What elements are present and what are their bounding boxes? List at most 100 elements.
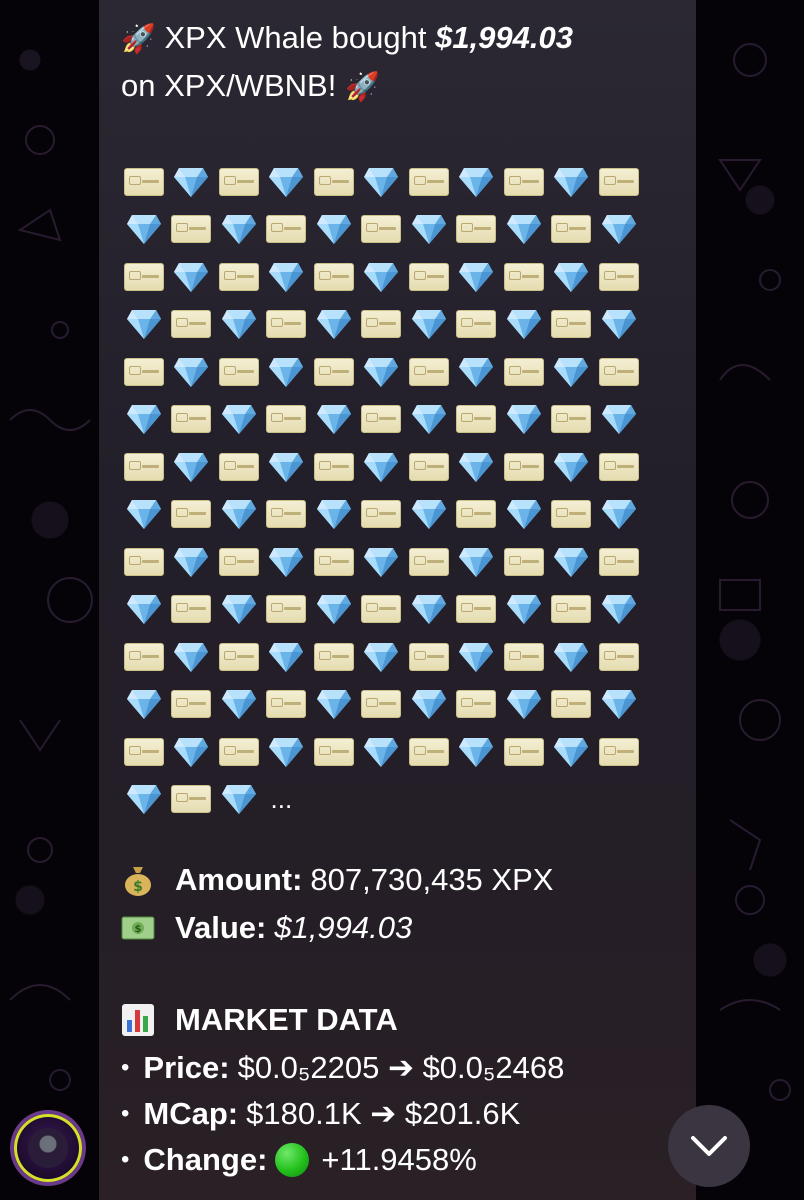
credit-card-icon — [263, 491, 311, 539]
credit-card-icon — [595, 538, 643, 586]
credit-card-icon — [595, 728, 643, 776]
gem-icon — [168, 728, 216, 776]
svg-text:$: $ — [133, 879, 143, 895]
change-value: +11.9458% — [321, 1142, 477, 1177]
credit-card-icon — [215, 728, 263, 776]
credit-card-icon — [310, 538, 358, 586]
gem-icon — [500, 301, 548, 349]
gem-icon — [548, 253, 596, 301]
gem-icon — [263, 253, 311, 301]
gem-icon — [310, 301, 358, 349]
emoji-row — [120, 633, 650, 681]
credit-card-icon — [548, 491, 596, 539]
gem-icon — [120, 586, 168, 634]
gem-icon — [548, 443, 596, 491]
emoji-row — [120, 586, 650, 634]
gem-icon — [500, 681, 548, 729]
emoji-row — [120, 728, 650, 776]
gem-icon — [358, 633, 406, 681]
gem-icon — [263, 443, 311, 491]
credit-card-icon — [310, 348, 358, 396]
gem-icon — [358, 728, 406, 776]
price-label: Price: — [143, 1050, 230, 1085]
credit-card-icon — [500, 348, 548, 396]
mcap-label: MCap: — [143, 1096, 239, 1131]
gem-icon — [215, 396, 263, 444]
gem-icon — [405, 396, 453, 444]
credit-card-icon — [500, 158, 548, 206]
credit-card-icon — [215, 538, 263, 586]
gem-icon — [548, 728, 596, 776]
gem-icon — [263, 728, 311, 776]
credit-card-icon — [263, 586, 311, 634]
gem-icon — [310, 396, 358, 444]
gem-icon — [168, 253, 216, 301]
credit-card-icon — [263, 301, 311, 349]
emoji-row — [120, 443, 650, 491]
gem-icon — [453, 728, 501, 776]
gem-icon — [120, 681, 168, 729]
emoji-row — [120, 301, 650, 349]
gem-icon — [405, 301, 453, 349]
credit-card-icon — [453, 301, 501, 349]
gem-icon — [595, 681, 643, 729]
credit-card-icon — [120, 443, 168, 491]
gem-icon — [405, 681, 453, 729]
gem-icon — [310, 491, 358, 539]
credit-card-icon — [310, 728, 358, 776]
gem-icon — [548, 633, 596, 681]
gem-icon — [453, 158, 501, 206]
gem-icon — [548, 538, 596, 586]
gem-icon — [500, 586, 548, 634]
credit-card-icon — [595, 443, 643, 491]
emoji-grid: ... — [120, 158, 650, 823]
gem-icon — [595, 396, 643, 444]
market-heading: MARKET DATA — [175, 1002, 398, 1037]
pair-text: on XPX/WBNB! — [121, 68, 337, 103]
message-bubble[interactable]: 🚀 XPX Whale bought $1,994.03 on XPX/WBNB… — [99, 0, 696, 1200]
credit-card-icon — [453, 681, 501, 729]
value-label: Value: — [175, 910, 267, 945]
sender-avatar[interactable] — [14, 1114, 82, 1182]
value-value: $1,994.03 — [274, 910, 413, 945]
credit-card-icon — [453, 396, 501, 444]
gem-icon — [358, 348, 406, 396]
gem-icon — [120, 206, 168, 254]
credit-card-icon — [405, 158, 453, 206]
credit-card-icon — [215, 443, 263, 491]
gem-icon — [453, 538, 501, 586]
change-label: Change: — [143, 1142, 268, 1177]
gem-icon — [453, 253, 501, 301]
credit-card-icon — [263, 396, 311, 444]
gem-icon — [358, 253, 406, 301]
gem-icon — [263, 633, 311, 681]
mcap-line: • MCap: $180.1K ➔ $201.6K — [121, 1096, 520, 1132]
emoji-row — [120, 253, 650, 301]
credit-card-icon — [263, 206, 311, 254]
gem-icon — [215, 586, 263, 634]
credit-card-icon — [548, 396, 596, 444]
message-title-line-1: 🚀 XPX Whale bought $1,994.03 — [121, 20, 573, 56]
title-text: XPX Whale bought — [164, 20, 427, 55]
credit-card-icon — [168, 301, 216, 349]
gem-icon — [215, 776, 263, 824]
credit-card-icon — [358, 206, 406, 254]
gem-icon — [405, 586, 453, 634]
credit-card-icon — [453, 491, 501, 539]
gem-icon — [500, 491, 548, 539]
amount-line: $ Amount: 807,730,435 XPX — [121, 862, 553, 898]
scroll-down-button[interactable] — [668, 1105, 750, 1187]
credit-card-icon — [120, 538, 168, 586]
credit-card-icon — [358, 396, 406, 444]
market-heading-line: MARKET DATA — [121, 1002, 406, 1038]
gem-icon — [120, 491, 168, 539]
emoji-row — [120, 681, 650, 729]
gem-icon — [595, 206, 643, 254]
credit-card-icon — [168, 586, 216, 634]
credit-card-icon — [405, 633, 453, 681]
money-bag-icon: $ — [121, 863, 155, 897]
credit-card-icon — [120, 158, 168, 206]
gem-icon — [263, 158, 311, 206]
emoji-row — [120, 491, 650, 539]
value-line: $ Value: $1,994.03 — [121, 910, 412, 946]
